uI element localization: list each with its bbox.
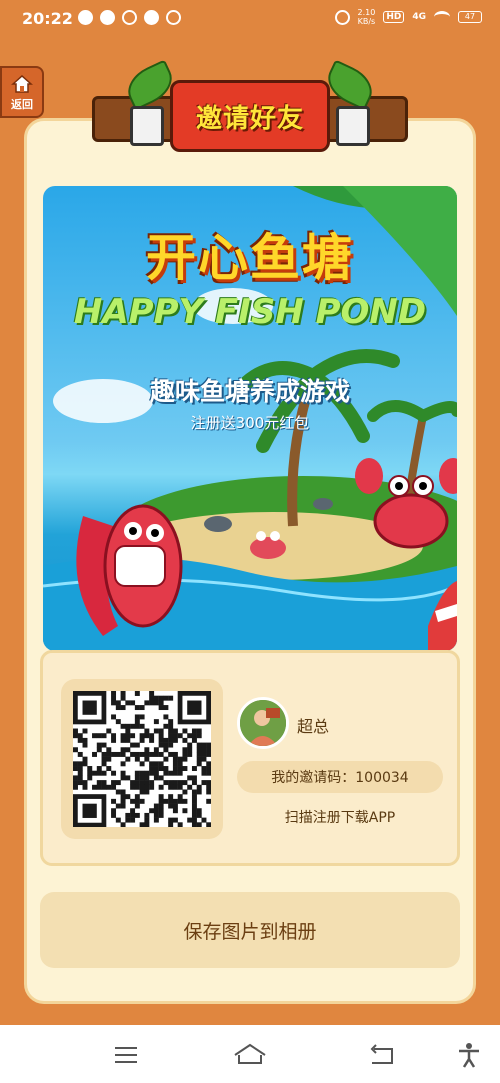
network-speed: 2.10 KB/s: [358, 8, 376, 26]
promo-image: 开心鱼塘 HAPPY FISH POND 趣味鱼塘养成游戏 注册送300元红包: [43, 186, 457, 651]
network-type: 4G: [412, 12, 426, 22]
back-nav-icon[interactable]: [368, 1041, 396, 1069]
wechat-icon: [100, 10, 115, 25]
weibo-icon: [144, 10, 159, 25]
battery-icon: 47: [458, 11, 482, 23]
qr-code: [73, 691, 211, 827]
system-nav-bar: [0, 1025, 500, 1083]
banner-post-right: [336, 106, 370, 146]
save-to-album-button[interactable]: 保存图片到相册: [40, 892, 460, 968]
back-label: 返回: [11, 97, 33, 111]
qr-code-box: [61, 679, 223, 839]
invite-panel: 超总 我的邀请码：100034 扫描注册下载APP: [40, 650, 460, 866]
menu-icon[interactable]: [112, 1041, 140, 1069]
avatar: [237, 697, 289, 749]
speed-unit: KB/s: [357, 17, 376, 26]
status-time: 20:22: [22, 9, 73, 28]
avatar-image: [240, 700, 286, 746]
home-icon: [11, 74, 33, 93]
hd-badge: HD: [383, 11, 405, 23]
status-bar: 20:22 2.10 KB/s HD 4G 47: [0, 0, 500, 38]
page-title: 邀请好友: [195, 103, 304, 134]
home-nav-icon[interactable]: [233, 1041, 267, 1069]
wifi-icon: [434, 11, 450, 23]
invite-code: 我的邀请码：100034: [237, 761, 443, 793]
back-button[interactable]: 返回: [0, 66, 44, 118]
promo-subtitle-en: HAPPY FISH POND: [73, 292, 427, 332]
speed-value: 2.10: [357, 8, 376, 17]
qq-icon: [78, 10, 93, 25]
title-banner: 邀请好友: [92, 59, 408, 178]
system-indicators: 2.10 KB/s HD 4G 47: [334, 8, 482, 26]
alarm-icon: [334, 9, 350, 25]
promo-bonus: 注册送300元红包: [190, 414, 310, 432]
accessibility-icon[interactable]: [455, 1041, 483, 1069]
promo-tagline: 趣味鱼塘养成游戏: [149, 377, 350, 406]
user-name: 超总: [297, 717, 330, 736]
tiktok-icon: [166, 10, 181, 25]
promo-title: 开心鱼塘: [146, 229, 354, 287]
banner-post-left: [130, 106, 164, 146]
banner-plaque: 邀请好友: [170, 80, 330, 152]
sync-icon: [122, 10, 137, 25]
invite-hint: 扫描注册下载APP: [284, 810, 396, 826]
notification-icons: [78, 10, 181, 25]
